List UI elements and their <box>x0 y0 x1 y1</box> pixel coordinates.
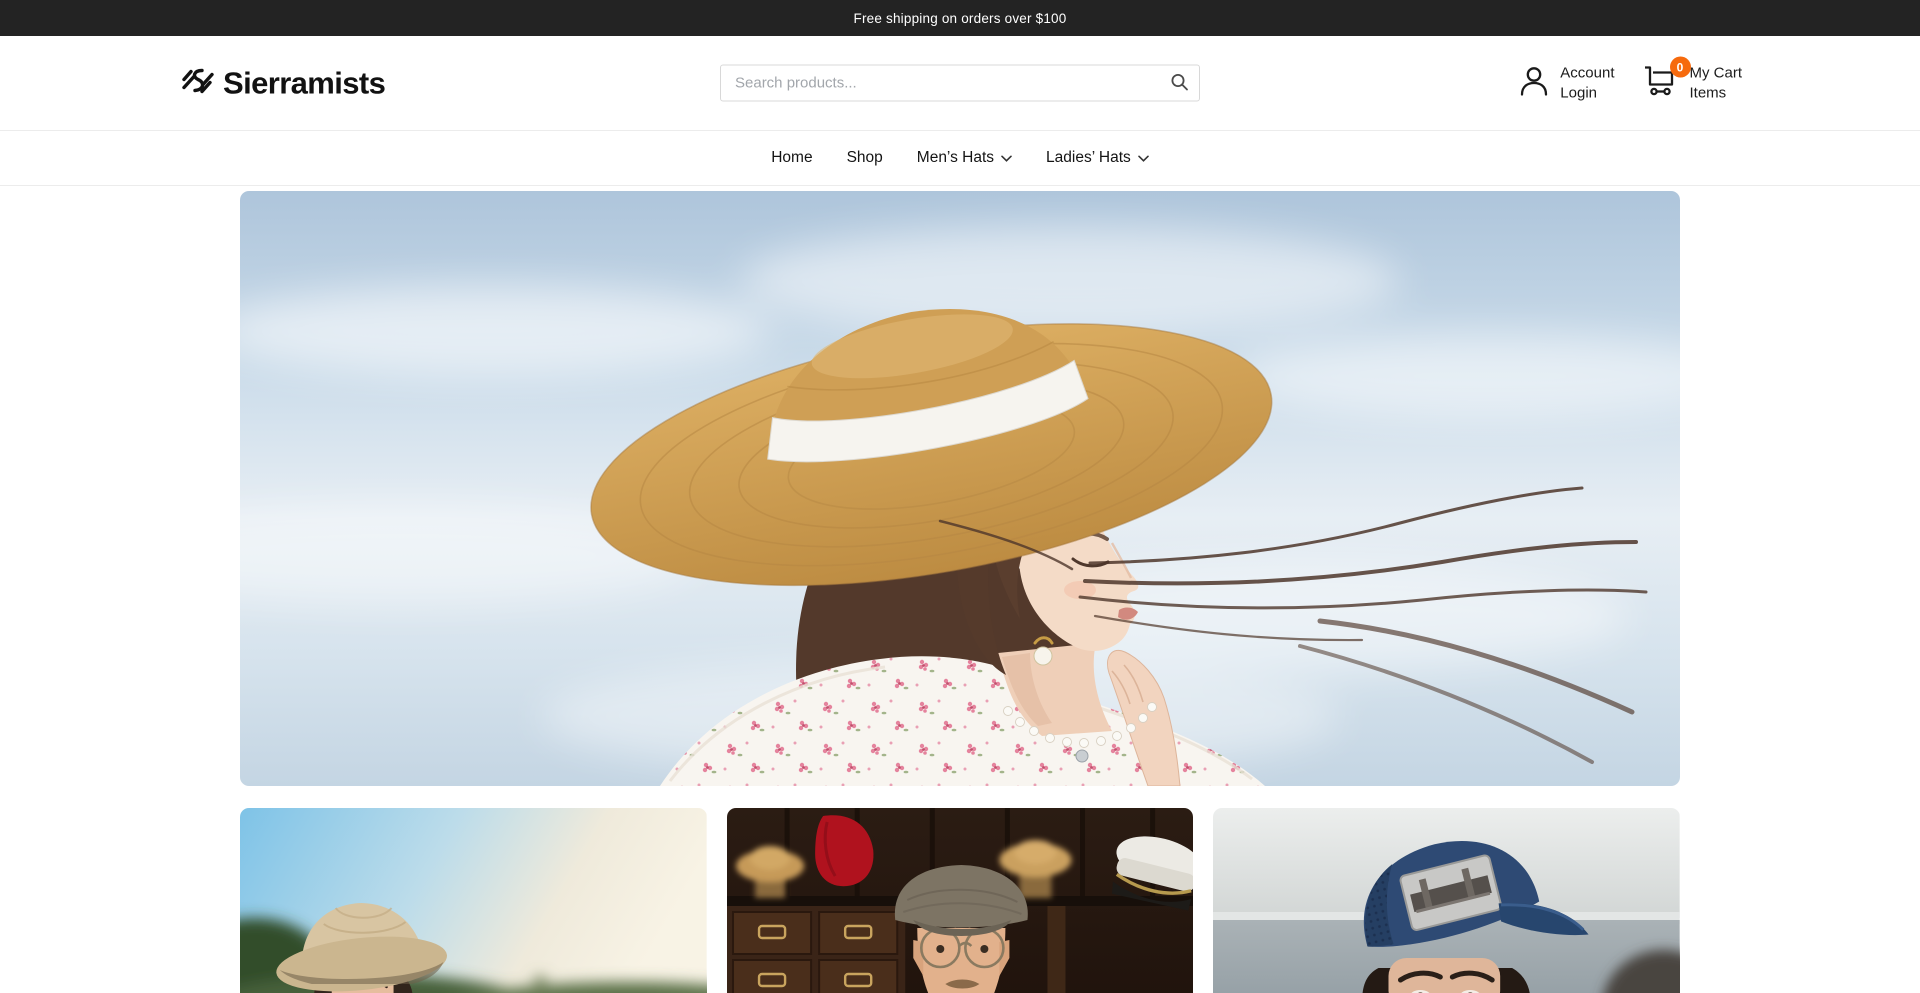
announcement-bar: Free shipping on orders over $100 <box>0 0 1920 36</box>
main-content <box>240 186 1680 993</box>
category-card-bucket-hats[interactable] <box>240 808 707 993</box>
search-button[interactable] <box>1160 67 1198 100</box>
account-label: Account <box>1560 65 1614 82</box>
bucket-hat-image <box>240 808 707 993</box>
nav-label-home: Home <box>771 149 812 167</box>
search-input[interactable] <box>720 65 1200 102</box>
category-card-trucker-caps[interactable] <box>1213 808 1680 993</box>
search-bar <box>720 65 1200 102</box>
nav-label-mens-hats: Men’s Hats <box>917 149 994 167</box>
flat-cap-image <box>727 808 1194 993</box>
account-link[interactable]: Account Login <box>1519 65 1614 102</box>
category-card-mens-hats[interactable] <box>727 808 1194 993</box>
chevron-down-icon <box>1138 149 1149 167</box>
main-nav: Home Shop Men’s Hats Ladies’ Hats <box>0 130 1920 186</box>
cart-count-badge: 0 <box>1670 57 1691 78</box>
login-label: Login <box>1560 84 1614 101</box>
page: Free shipping on orders over $100 Sierra… <box>0 0 1920 993</box>
hero-banner[interactable] <box>240 191 1680 786</box>
chevron-down-icon <box>1001 149 1012 167</box>
header: Sierramists <box>0 36 1920 130</box>
cart-items-label: Items <box>1690 84 1743 101</box>
user-icon <box>1519 65 1549 102</box>
cart-link[interactable]: 0 My Cart Items <box>1643 64 1743 103</box>
nav-item-shop[interactable]: Shop <box>845 143 885 173</box>
nav-item-ladies-hats[interactable]: Ladies’ Hats <box>1044 143 1151 173</box>
announcement-text: Free shipping on orders over $100 <box>854 11 1067 26</box>
nav-label-ladies-hats: Ladies’ Hats <box>1046 149 1131 167</box>
hero-image <box>240 191 1680 786</box>
cart-label: My Cart <box>1690 65 1743 82</box>
logo[interactable]: Sierramists <box>180 64 385 103</box>
header-actions: Account Login 0 <box>1519 64 1742 103</box>
logo-icon <box>180 64 216 103</box>
nav-item-home[interactable]: Home <box>769 143 814 173</box>
nav-item-mens-hats[interactable]: Men’s Hats <box>915 143 1014 173</box>
search-icon <box>1170 72 1189 94</box>
trucker-cap-image <box>1213 808 1680 993</box>
nav-label-shop: Shop <box>847 149 883 167</box>
logo-text: Sierramists <box>223 65 385 101</box>
category-cards <box>240 808 1680 993</box>
